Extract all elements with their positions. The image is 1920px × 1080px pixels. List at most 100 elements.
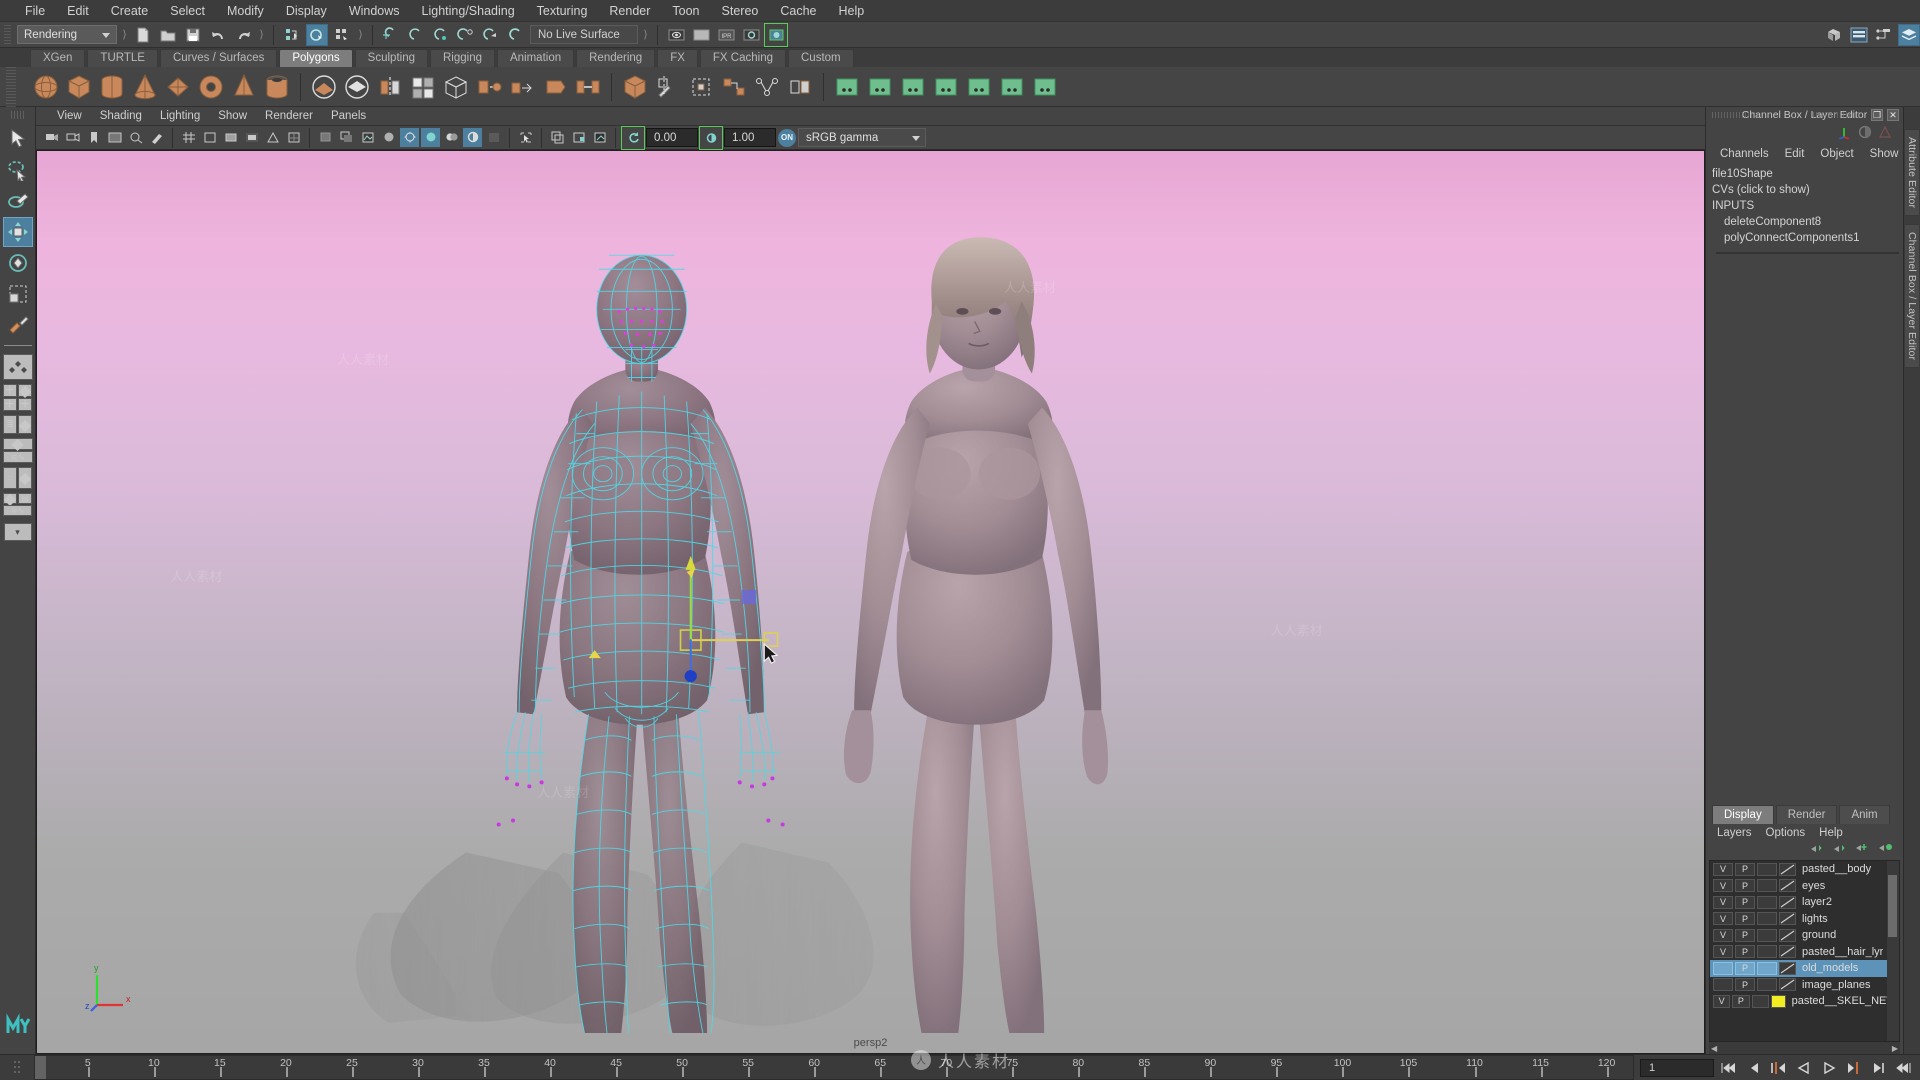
- shaded-mode-icon[interactable]: [421, 128, 440, 147]
- layer-list[interactable]: V Ppasted__body V Peyes V Player2 V Plights V Pgr…: [1709, 860, 1900, 1042]
- menu-create[interactable]: Create: [100, 2, 160, 20]
- select-tool[interactable]: [3, 124, 33, 154]
- menu-texturing[interactable]: Texturing: [526, 2, 599, 20]
- undo-button[interactable]: [207, 24, 229, 46]
- viewport-menu-renderer[interactable]: Renderer: [256, 109, 322, 123]
- layer-color-swatch[interactable]: [1779, 895, 1796, 909]
- viewport-menu-shading[interactable]: Shading: [91, 109, 151, 123]
- snap-to-point-button[interactable]: [430, 24, 452, 46]
- redo-button[interactable]: [232, 24, 254, 46]
- step-back-frame-button[interactable]: [1768, 1058, 1789, 1078]
- poly-prism-icon[interactable]: [228, 71, 260, 103]
- layer-visibility-toggle[interactable]: V: [1713, 895, 1733, 909]
- layer-type-toggle[interactable]: [1757, 912, 1777, 926]
- menu-windows[interactable]: Windows: [338, 2, 411, 20]
- open-scene-button[interactable]: [157, 24, 179, 46]
- layer-visibility-toggle[interactable]: V: [1713, 879, 1733, 893]
- save-scene-button[interactable]: [182, 24, 204, 46]
- layer-visibility-toggle[interactable]: [1713, 961, 1733, 975]
- menu-display[interactable]: Display: [275, 2, 338, 20]
- layer-type-toggle[interactable]: [1757, 895, 1777, 909]
- quick-layout-four-button[interactable]: + ◆ + +: [2, 382, 33, 413]
- poly-combine-icon[interactable]: [407, 71, 439, 103]
- layer-name[interactable]: eyes: [1802, 880, 1825, 892]
- shelf-tab-rendering[interactable]: Rendering: [576, 49, 656, 67]
- image-plane-icon[interactable]: [105, 128, 124, 147]
- layer-name[interactable]: image_planes: [1802, 979, 1871, 991]
- quick-layout-persp-outliner[interactable]: ◆ ▤ ≋∿: [3, 491, 32, 516]
- layer-name[interactable]: old_models: [1802, 962, 1858, 974]
- shelf-tab-custom[interactable]: Custom: [788, 49, 854, 67]
- menu-modify[interactable]: Modify: [216, 2, 275, 20]
- statusline-grip[interactable]: [4, 24, 11, 45]
- viewport-menu-show[interactable]: Show: [209, 109, 256, 123]
- play-backwards-button[interactable]: [1793, 1058, 1814, 1078]
- snapshot-icon[interactable]: [569, 128, 588, 147]
- node-editor-button[interactable]: [1873, 24, 1895, 46]
- rotate-tool[interactable]: [3, 248, 33, 278]
- manipulator-axis-icon[interactable]: [1837, 125, 1851, 144]
- texture-mode-icon[interactable]: [442, 128, 461, 147]
- step-back-key-button[interactable]: [1743, 1058, 1764, 1078]
- gamma-reset-icon[interactable]: [699, 125, 723, 150]
- layer-visibility-toggle[interactable]: V: [1713, 994, 1731, 1008]
- play-forwards-button[interactable]: [1818, 1058, 1839, 1078]
- layer-menu-options[interactable]: Options: [1759, 826, 1813, 840]
- exposure-reset-icon[interactable]: [621, 125, 645, 150]
- isolate-select-icon[interactable]: [516, 128, 535, 147]
- quick-layout-more-button[interactable]: ▾: [3, 523, 32, 541]
- layer-type-toggle[interactable]: [1757, 928, 1777, 942]
- menu-render[interactable]: Render: [598, 2, 661, 20]
- move-tool[interactable]: [2, 217, 33, 247]
- channel-box-content[interactable]: file10Shape CVs (click to show) INPUTS d…: [1706, 163, 1903, 804]
- grease-pencil-icon[interactable]: [147, 128, 166, 147]
- menu-edit[interactable]: Edit: [56, 2, 100, 20]
- layer-visibility-toggle[interactable]: V: [1713, 862, 1733, 876]
- go-to-end-button[interactable]: [1893, 1058, 1914, 1078]
- layer-visibility-toggle[interactable]: V: [1713, 912, 1733, 926]
- hypershade-button[interactable]: [764, 22, 788, 47]
- poly-connect-icon[interactable]: [751, 71, 783, 103]
- lighting-default-icon[interactable]: [400, 128, 419, 147]
- last-tool-used[interactable]: [3, 310, 33, 340]
- move-layer-up-icon[interactable]: [1809, 841, 1824, 859]
- panel-grip-right[interactable]: [1813, 112, 1859, 118]
- exposure-field[interactable]: 0.00: [646, 128, 698, 147]
- layer-tab-anim[interactable]: Anim: [1839, 805, 1890, 824]
- poly-sphere-icon[interactable]: [30, 71, 62, 103]
- layer-playback-toggle[interactable]: P: [1732, 994, 1750, 1008]
- layers-toggle-button[interactable]: [1898, 23, 1920, 46]
- select-camera-icon[interactable]: [42, 128, 61, 147]
- step-forward-key-button[interactable]: [1868, 1058, 1889, 1078]
- menu-cache[interactable]: Cache: [769, 2, 827, 20]
- channel-box-menu-edit[interactable]: Edit: [1777, 147, 1813, 161]
- paint-select-tool[interactable]: [3, 186, 33, 216]
- layer-name[interactable]: pasted__hair_lyr: [1802, 946, 1883, 958]
- layer-tab-render[interactable]: Render: [1775, 805, 1838, 824]
- poly-cube-2-icon[interactable]: [619, 71, 651, 103]
- toolbox-grip[interactable]: [10, 111, 25, 119]
- layer-tab-display[interactable]: Display: [1712, 805, 1774, 824]
- uv-cut-icon[interactable]: [1029, 71, 1061, 103]
- shelf-tab-rigging[interactable]: Rigging: [429, 49, 495, 67]
- layer-playback-toggle[interactable]: P: [1735, 879, 1755, 893]
- color-management-toggle[interactable]: ON: [778, 128, 796, 147]
- layer-color-swatch[interactable]: [1779, 912, 1796, 926]
- uv-cylindrical-icon[interactable]: [897, 71, 929, 103]
- shelf-grip[interactable]: [6, 67, 16, 107]
- resolution-gate-icon[interactable]: [221, 128, 240, 147]
- color-space-selector[interactable]: sRGB gamma: [798, 128, 926, 147]
- layer-visibility-toggle[interactable]: V: [1713, 928, 1733, 942]
- menu-select[interactable]: Select: [159, 2, 216, 20]
- layer-name[interactable]: lights: [1802, 913, 1828, 925]
- time-slider[interactable]: 5 10 15 20 25 30 35 40 45 50 55 60 65 70 75 80 85 90 95 100…: [34, 1055, 1634, 1080]
- go-to-start-button[interactable]: [1718, 1058, 1739, 1078]
- layer-visibility-toggle[interactable]: V: [1713, 945, 1733, 959]
- poly-target-weld-icon[interactable]: [718, 71, 750, 103]
- menu-set-selector[interactable]: Rendering: [17, 25, 117, 44]
- poly-pipe-icon[interactable]: [261, 71, 293, 103]
- layer-row[interactable]: Pold_models: [1710, 960, 1899, 977]
- current-time-indicator[interactable]: [35, 1056, 46, 1079]
- bookmark-icon[interactable]: [84, 128, 103, 147]
- layer-row[interactable]: V Player2: [1710, 894, 1899, 911]
